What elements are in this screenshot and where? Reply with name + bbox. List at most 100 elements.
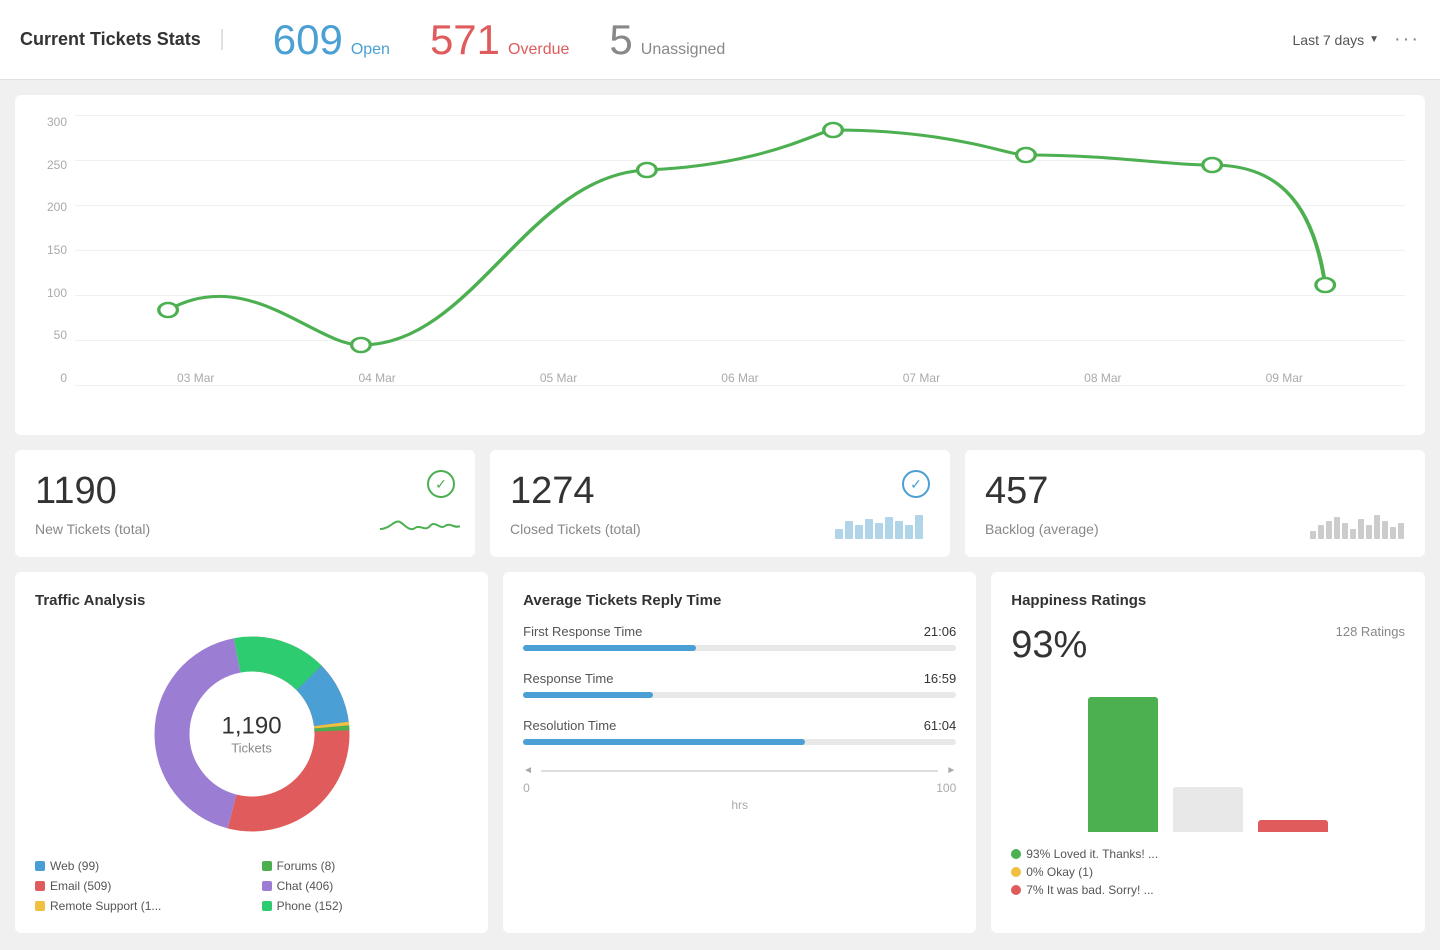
resolution-time-value: 61:04	[924, 718, 957, 733]
overdue-stat: 571 Overdue	[430, 16, 569, 64]
slider-container: ◄ ► 0 100 hrs	[523, 765, 956, 812]
first-response-time-value: 21:06	[924, 624, 957, 639]
main-content: 300 250 200 150 100 50 0	[0, 80, 1440, 948]
legend-dot-email	[35, 881, 45, 891]
legend-item-forums: Forums (8)	[262, 859, 469, 873]
legend-item-chat: Chat (406)	[262, 879, 469, 893]
slider-min-label: 0	[523, 781, 530, 795]
x-label-08mar: 08 Mar	[1084, 371, 1121, 385]
resolution-time-header: Resolution Time 61:04	[523, 718, 956, 733]
backlog-mini-chart	[1310, 511, 1410, 542]
slider-track: ◄ ►	[523, 765, 956, 776]
first-response-time-header: First Response Time 21:06	[523, 624, 956, 639]
legend-label-chat: Chat (406)	[277, 879, 334, 893]
header: Current Tickets Stats 609 Open 571 Overd…	[0, 0, 1440, 80]
x-label-09mar: 09 Mar	[1266, 371, 1303, 385]
y-label-300: 300	[47, 115, 67, 129]
legend-label-email: Email (509)	[50, 879, 111, 893]
happiness-legend-okay: 0% Okay (1)	[1011, 865, 1405, 879]
header-right: Last 7 days ▼ ···	[1293, 28, 1421, 51]
more-options-button[interactable]: ···	[1394, 28, 1420, 51]
happiness-bar-chart	[1011, 682, 1405, 832]
first-response-time-bar-fill	[523, 645, 696, 651]
y-label-250: 250	[47, 158, 67, 172]
resolution-time-row: Resolution Time 61:04	[523, 718, 956, 745]
resolution-time-bar-fill	[523, 739, 805, 745]
response-time-header: Response Time 16:59	[523, 671, 956, 686]
happiness-dot-loved	[1011, 849, 1021, 859]
happiness-legend: 93% Loved it. Thanks! ... 0% Okay (1) 7%…	[1011, 847, 1405, 897]
legend-label-phone: Phone (152)	[277, 899, 343, 913]
new-tickets-card: 1190 New Tickets (total) ✓	[15, 450, 475, 557]
y-label-150: 150	[47, 243, 67, 257]
legend-dot-phone	[262, 901, 272, 911]
reply-time-card: Average Tickets Reply Time First Respons…	[503, 572, 976, 933]
x-label-06mar: 06 Mar	[721, 371, 758, 385]
closed-tickets-check-icon: ✓	[902, 470, 930, 498]
bottom-sections: Traffic Analysis	[15, 572, 1425, 933]
slider-labels: 0 100	[523, 781, 956, 795]
closed-tickets-card: 1274 Closed Tickets (total) ✓	[490, 450, 950, 557]
date-range-label: Last 7 days	[1293, 32, 1365, 48]
response-time-label: Response Time	[523, 671, 613, 686]
chevron-down-icon: ▼	[1369, 34, 1379, 45]
y-label-100: 100	[47, 286, 67, 300]
unassigned-stat: 5 Unassigned	[609, 16, 725, 64]
first-response-time-bar-bg	[523, 645, 956, 651]
y-label-200: 200	[47, 200, 67, 214]
happiness-header: 93% 128 Ratings	[1011, 624, 1405, 667]
resolution-time-label: Resolution Time	[523, 718, 616, 733]
resolution-time-bar-bg	[523, 739, 956, 745]
x-axis: 03 Mar 04 Mar 05 Mar 06 Mar 07 Mar 08 Ma…	[75, 371, 1405, 385]
happiness-legend-loved: 93% Loved it. Thanks! ...	[1011, 847, 1405, 861]
happiness-percent: 93%	[1011, 624, 1087, 667]
y-label-50: 50	[54, 328, 67, 342]
legend-dot-chat	[262, 881, 272, 891]
slider-left-arrow-icon[interactable]: ◄	[523, 765, 533, 776]
check-circle-icon: ✓	[427, 470, 455, 498]
ratings-count: 128 Ratings	[1336, 624, 1405, 639]
happiness-bar-good	[1088, 697, 1158, 832]
donut-legend: Web (99) Forums (8) Email (509) Cha	[35, 859, 468, 913]
new-tickets-check-icon: ✓	[427, 470, 455, 498]
chart-area: 03 Mar 04 Mar 05 Mar 06 Mar 07 Mar 08 Ma…	[75, 115, 1405, 385]
slider-right-arrow-icon[interactable]: ►	[946, 765, 956, 776]
traffic-analysis-card: Traffic Analysis	[15, 572, 488, 933]
unassigned-count: 5	[609, 16, 632, 64]
backlog-number: 457	[985, 470, 1405, 513]
new-tickets-mini-chart	[380, 514, 460, 542]
open-count: 609	[273, 16, 343, 64]
backlog-card: 457 Backlog (average)	[965, 450, 1425, 557]
open-label: Open	[351, 41, 390, 59]
response-time-row: Response Time 16:59	[523, 671, 956, 698]
happiness-dot-bad	[1011, 885, 1021, 895]
happiness-ratings-title: Happiness Ratings	[1011, 592, 1405, 609]
y-label-0: 0	[60, 371, 67, 385]
donut-container: 1,190 Tickets Web (99) Forums (8)	[35, 624, 468, 913]
first-response-time-label: First Response Time	[523, 624, 642, 639]
happiness-bar-okay	[1173, 787, 1243, 832]
donut-chart: 1,190 Tickets	[152, 634, 352, 834]
x-label-07mar: 07 Mar	[903, 371, 940, 385]
legend-item-phone: Phone (152)	[262, 899, 469, 913]
slider-unit-label: hrs	[523, 798, 956, 812]
donut-center: 1,190 Tickets	[222, 713, 282, 756]
closed-tickets-number: 1274	[510, 470, 930, 513]
reply-time-title: Average Tickets Reply Time	[523, 592, 956, 609]
open-stat: 609 Open	[273, 16, 390, 64]
donut-center-number: 1,190	[222, 713, 282, 741]
chart-container: 300 250 200 150 100 50 0	[35, 115, 1405, 415]
unassigned-label: Unassigned	[641, 41, 726, 59]
dashboard: Current Tickets Stats 609 Open 571 Overd…	[0, 0, 1440, 950]
chart-section: 300 250 200 150 100 50 0	[15, 95, 1425, 435]
traffic-analysis-title: Traffic Analysis	[35, 592, 468, 609]
slider-max-label: 100	[936, 781, 956, 795]
legend-dot-forums	[262, 861, 272, 871]
slider-line[interactable]	[541, 770, 938, 771]
happiness-label-loved: 93% Loved it. Thanks! ...	[1026, 847, 1158, 861]
happiness-bar-bad	[1258, 820, 1328, 832]
response-time-value: 16:59	[924, 671, 957, 686]
date-range-selector[interactable]: Last 7 days ▼	[1293, 32, 1380, 48]
x-label-05mar: 05 Mar	[540, 371, 577, 385]
legend-dot-web	[35, 861, 45, 871]
